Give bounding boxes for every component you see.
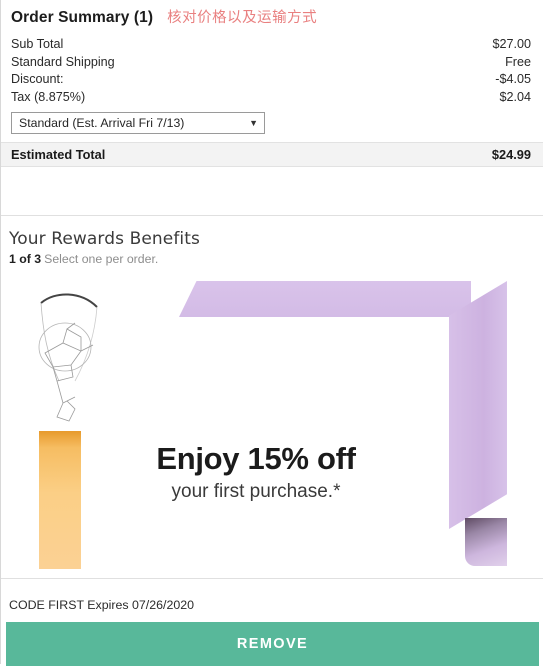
promo-subline: your first purchase.* xyxy=(171,481,341,502)
rewards-subtitle: 1 of 3 Select one per order. xyxy=(9,252,158,266)
shipping-method-select[interactable]: Standard (Est. Arrival Fri 7/13) ▼ xyxy=(11,112,265,134)
purple-ribbon-top-graphic xyxy=(179,281,471,317)
price-value: Free xyxy=(505,54,531,69)
wireframe-sketch-graphic xyxy=(38,293,98,422)
promo-headline: Enjoy 15% off xyxy=(156,441,356,476)
reward-offer-banner[interactable]: Enjoy 15% off your first purchase.* xyxy=(5,281,507,569)
purple-product-graphic xyxy=(465,518,507,566)
price-row-shipping: Standard Shipping Free xyxy=(11,54,531,72)
price-row-tax: Tax (8.875%) $2.04 xyxy=(11,89,531,107)
chinese-annotation: 核对价格以及运输方式 xyxy=(167,10,318,26)
price-label: Standard Shipping xyxy=(11,54,115,69)
price-label: Tax (8.875%) xyxy=(11,89,86,104)
price-value: $2.04 xyxy=(499,89,531,104)
promo-copy: Enjoy 15% off your first purchase.* xyxy=(5,441,507,505)
price-value: -$4.05 xyxy=(495,72,531,86)
estimated-total-row: Estimated Total $24.99 xyxy=(1,142,543,167)
order-summary-header: Order Summary (1) 核对价格以及运输方式 xyxy=(11,6,317,27)
rewards-hint: Select one per order. xyxy=(44,252,159,266)
price-label: Sub Total xyxy=(11,37,64,51)
promo-code-text: CODE FIRST Expires 07/26/2020 xyxy=(9,598,195,612)
rewards-title: Your Rewards Benefits xyxy=(9,229,200,249)
price-row-discount: Discount: -$4.05 xyxy=(11,71,531,89)
estimated-total-label: Estimated Total xyxy=(11,147,106,162)
order-summary-panel: Order Summary (1) 核对价格以及运输方式 Sub Total $… xyxy=(0,0,543,666)
estimated-total-value: $24.99 xyxy=(491,147,531,162)
price-lines: Sub Total $27.00 Standard Shipping Free … xyxy=(11,36,531,106)
section-divider xyxy=(1,215,543,216)
price-value: $27.00 xyxy=(492,37,531,51)
section-divider xyxy=(1,578,543,579)
chevron-down-icon: ▼ xyxy=(249,117,258,128)
price-row-subtotal: Sub Total $27.00 xyxy=(11,36,531,54)
shipping-method-value: Standard (Est. Arrival Fri 7/13) xyxy=(19,116,185,130)
rewards-count: 1 of 3 xyxy=(9,252,42,266)
price-label: Discount: xyxy=(11,72,64,86)
remove-button[interactable]: REMOVE xyxy=(6,622,539,666)
page-title: Order Summary (1) xyxy=(11,9,154,26)
